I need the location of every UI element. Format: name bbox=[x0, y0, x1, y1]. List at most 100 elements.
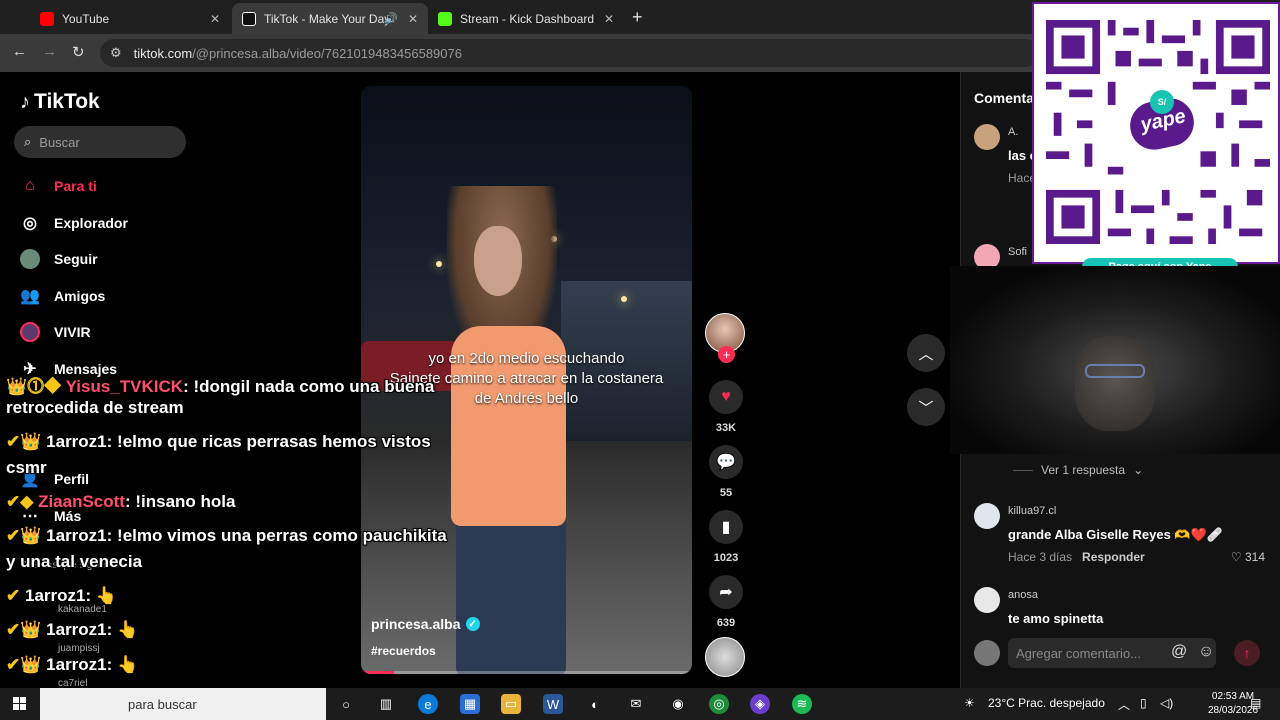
chat-username: Yisus_TVKICK bbox=[65, 377, 184, 396]
tiktok-logo[interactable]: ♪ TikTok bbox=[20, 90, 100, 114]
shares-count: 639 bbox=[716, 617, 736, 629]
obs-icon[interactable]: ◉ bbox=[668, 694, 688, 714]
notifications-icon[interactable]: ▤ bbox=[1250, 696, 1261, 710]
follow-plus-icon[interactable]: + bbox=[718, 346, 735, 363]
like-heart-icon[interactable]: ♥ bbox=[709, 380, 743, 414]
chat-text: !insano hola bbox=[135, 492, 236, 511]
tab-close-icon[interactable]: ✕ bbox=[604, 12, 614, 26]
forward-icon[interactable]: → bbox=[42, 43, 57, 60]
video-person-jeans bbox=[456, 516, 566, 674]
taskbar-search-text: para buscar bbox=[128, 696, 197, 712]
cortana-circle-icon[interactable]: ○ bbox=[336, 694, 356, 714]
previous-video-chevron-up-icon[interactable]: ︿ bbox=[907, 334, 945, 372]
tab-tiktok[interactable]: TikTok - Make Your Day 🔊 ✕ bbox=[232, 3, 428, 34]
tab-youtube[interactable]: YouTube ✕ bbox=[30, 3, 230, 34]
word-icon[interactable]: W bbox=[543, 694, 563, 714]
comment-avatar[interactable] bbox=[974, 587, 1000, 613]
sidebar-item-explorador[interactable]: ◎ Explorador bbox=[20, 213, 128, 233]
new-tab-icon[interactable]: + bbox=[632, 7, 643, 28]
windows-taskbar: para buscar ○ ▥ e ▦ ▭ W ◐ ✉ ◉ ◎ ◈ ≋ ☀ 23… bbox=[0, 688, 1280, 720]
url-path: /@princesa.alba/video/762101948345658907… bbox=[192, 45, 462, 61]
yape-qr-overlay: yape S/ Paga aquí con Yape bbox=[1032, 2, 1280, 276]
author-avatar[interactable]: + bbox=[705, 313, 745, 363]
tab-kick[interactable]: Stream - Kick Dashboard ✕ bbox=[428, 3, 624, 34]
streamer-webcam bbox=[950, 266, 1280, 454]
chat-text: !elmo que ricas perrasas hemos vistos bbox=[117, 432, 431, 451]
share-arrow-icon[interactable]: ➦ bbox=[709, 575, 743, 609]
video-caption-line: yo en 2do medio escuchando bbox=[428, 350, 625, 367]
search-placeholder: Buscar bbox=[39, 134, 80, 150]
saves-count: 1023 bbox=[713, 552, 739, 564]
tab-close-icon[interactable]: ✕ bbox=[210, 12, 220, 26]
spotify-icon[interactable]: ≋ bbox=[792, 694, 812, 714]
video-author[interactable]: princesa.alba ✓ bbox=[371, 616, 480, 632]
logo-text: TikTok bbox=[34, 90, 100, 113]
reply-button[interactable]: Responder bbox=[1082, 550, 1145, 564]
app-icon[interactable]: ◈ bbox=[750, 694, 770, 714]
store-icon[interactable]: ▦ bbox=[460, 694, 480, 714]
bookmark-icon[interactable]: ▮ bbox=[709, 510, 743, 544]
file-explorer-icon[interactable]: ▭ bbox=[501, 694, 521, 714]
mail-icon[interactable]: ✉ bbox=[626, 694, 646, 714]
task-view-icon[interactable]: ▥ bbox=[376, 694, 396, 714]
chrome-icon[interactable]: ◎ bbox=[709, 694, 729, 714]
comment-username[interactable]: killua97.cl bbox=[1008, 505, 1056, 517]
reload-icon[interactable]: ↻ bbox=[72, 43, 85, 61]
following-account-name[interactable]: juampissj bbox=[58, 643, 100, 654]
mention-at-icon[interactable]: @ bbox=[1171, 643, 1187, 661]
chat-message: ✔👑 1arroz1: !elmo que ricas perrasas hem… bbox=[6, 432, 431, 451]
windows-start-icon[interactable] bbox=[0, 688, 40, 720]
current-user-avatar bbox=[974, 640, 1000, 666]
url-host: tiktok.com bbox=[133, 45, 193, 61]
audio-playing-icon[interactable]: 🔊 bbox=[384, 12, 398, 25]
friends-icon: 👥 bbox=[20, 288, 40, 305]
chat-username: 1arroz1 bbox=[24, 586, 86, 605]
url-field[interactable]: ⚙ tiktok.com/@princesa.alba/video/762101… bbox=[100, 39, 1040, 67]
weather-text[interactable]: 23°C Prac. despejado bbox=[988, 696, 1105, 710]
volume-icon[interactable]: ◁) bbox=[1160, 696, 1173, 710]
comment-avatar[interactable] bbox=[974, 124, 1000, 150]
tab-title: Stream - Kick Dashboard bbox=[460, 11, 595, 26]
site-info-icon[interactable]: ⚙ bbox=[110, 45, 122, 61]
music-disc-avatar[interactable] bbox=[705, 637, 745, 677]
verified-icon: ✓ bbox=[465, 617, 480, 631]
chat-badges-icon: ✔👑 bbox=[6, 432, 42, 451]
comment-username[interactable]: A. bbox=[1008, 126, 1018, 138]
comment-like[interactable]: ♡ 314 bbox=[1231, 550, 1265, 564]
chat-badges-icon: ✔👑 bbox=[6, 620, 42, 639]
comment-username[interactable]: Sofi bbox=[1008, 246, 1027, 258]
tab-close-icon[interactable]: ✕ bbox=[408, 12, 418, 26]
tray-chevron-up-icon[interactable]: ︿ bbox=[1118, 696, 1130, 713]
back-icon[interactable]: ← bbox=[12, 43, 27, 60]
comment-input-placeholder: Agregar comentario... bbox=[1016, 645, 1142, 661]
comment-username[interactable]: anosa bbox=[1008, 589, 1038, 601]
sidebar-item-label: Perfil bbox=[54, 471, 90, 487]
next-video-chevron-down-icon[interactable]: ﹀ bbox=[907, 388, 945, 426]
sidebar-item-seguir[interactable]: Seguir bbox=[20, 249, 98, 269]
chat-badges-icon: ✔👑 bbox=[6, 655, 42, 674]
edge-icon[interactable]: e bbox=[418, 694, 438, 714]
video-progress-bar[interactable] bbox=[361, 671, 692, 674]
chevron-down-icon: ⌄ bbox=[1133, 463, 1144, 477]
author-name: princesa.alba bbox=[371, 616, 461, 632]
sidebar-item-vivir[interactable]: VIVIR bbox=[20, 322, 91, 342]
chat-message-continuation: retrocedida de stream bbox=[6, 398, 184, 417]
tiktok-note-icon: ♪ bbox=[20, 90, 30, 113]
chat-badges-icon: ✔◆ bbox=[6, 492, 34, 511]
sidebar-item-label: Amigos bbox=[54, 288, 106, 304]
game-icon[interactable]: ◐ bbox=[585, 694, 605, 714]
video-hashtag[interactable]: #recuerdos bbox=[371, 644, 436, 658]
sidebar-item-amigos[interactable]: 👥 Amigos bbox=[20, 286, 105, 306]
weather-icon: ☀ bbox=[964, 696, 975, 710]
emoji-smile-icon[interactable]: ☺ bbox=[1198, 643, 1214, 661]
taskbar-search-box[interactable]: para buscar bbox=[40, 688, 326, 720]
comment-bubble-icon[interactable]: 💬 bbox=[709, 445, 743, 479]
sidebar-item-para-ti[interactable]: ⌂ Para ti bbox=[20, 176, 97, 196]
comment-avatar[interactable] bbox=[974, 503, 1000, 529]
view-replies-button[interactable]: Ver 1 respuesta ⌄ bbox=[1013, 463, 1143, 477]
network-icon[interactable]: ▯ bbox=[1140, 696, 1147, 710]
video-person-face bbox=[474, 226, 522, 296]
send-arrow-up-icon[interactable]: ↑ bbox=[1234, 640, 1260, 666]
chat-username: 1arroz1 bbox=[46, 526, 107, 545]
search-input[interactable]: ⌕ Buscar bbox=[14, 126, 186, 158]
